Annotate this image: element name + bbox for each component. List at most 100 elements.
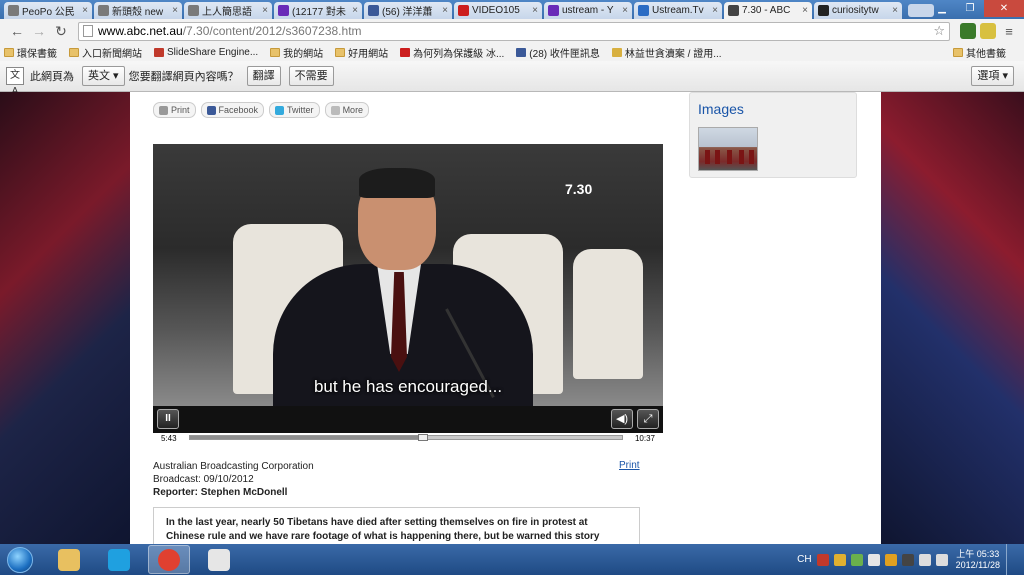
- tab-favicon-icon: [728, 5, 739, 16]
- bookmark-item[interactable]: 林益世貪瀆案 / 證用...: [611, 45, 722, 60]
- browser-tab[interactable]: curiositytw ×: [814, 2, 902, 19]
- taskbar-explorer-button[interactable]: [48, 545, 90, 574]
- twitter-icon: [275, 105, 285, 115]
- bookmark-favicon-icon: [400, 47, 411, 57]
- browser-tab[interactable]: ustream - Y ×: [544, 2, 632, 19]
- minimize-button[interactable]: ▁: [928, 0, 956, 17]
- tray-icon[interactable]: [901, 553, 914, 566]
- facebook-share-button[interactable]: Facebook: [200, 102, 265, 118]
- language-select[interactable]: 英文 ▾: [82, 66, 125, 86]
- options-button[interactable]: 選項 ▾: [971, 66, 1014, 86]
- folder-icon: [270, 47, 281, 57]
- tab-close-icon[interactable]: ×: [802, 5, 808, 16]
- browser-tab[interactable]: VIDEO105 ×: [454, 2, 542, 19]
- printer-icon: [159, 105, 168, 115]
- bookmark-item[interactable]: SlideShare Engine...: [154, 47, 258, 58]
- no-thanks-button[interactable]: 不需要: [288, 66, 334, 86]
- tab-title: PeoPo 公民: [22, 7, 75, 18]
- twitter-share-button[interactable]: Twitter: [269, 102, 320, 118]
- tab-title: (56) 洋洋蕭: [382, 7, 433, 18]
- browser-tab[interactable]: (56) 洋洋蕭 ×: [364, 2, 452, 19]
- image-thumbnail[interactable]: [698, 127, 758, 171]
- reload-button[interactable]: ↻: [50, 21, 72, 41]
- taskbar-skype-button[interactable]: [98, 545, 140, 574]
- tab-close-icon[interactable]: ×: [172, 5, 178, 16]
- tab-close-icon[interactable]: ×: [892, 5, 898, 16]
- background-right: [881, 92, 1024, 544]
- taskbar-paint-button[interactable]: [198, 545, 240, 574]
- browser-tab[interactable]: PeoPo 公民 ×: [4, 2, 92, 19]
- options-label: 選項: [977, 70, 1000, 82]
- print-share-button[interactable]: Print: [153, 102, 196, 118]
- bookmark-item[interactable]: 為何列為保護級 冰...: [400, 45, 504, 60]
- translate-button[interactable]: 翻譯: [246, 66, 281, 86]
- tray-icon[interactable]: [935, 553, 948, 566]
- tray-icon[interactable]: [816, 553, 829, 566]
- clock-time: 上午 05:33: [956, 548, 1000, 559]
- pause-button[interactable]: II: [157, 409, 179, 429]
- video-player[interactable]: 7.30 but he has encouraged... II ◀) ⤢ 5:…: [153, 144, 663, 442]
- tab-favicon-icon: [368, 5, 379, 16]
- seek-handle[interactable]: [418, 434, 429, 441]
- speaker-hair: [359, 168, 435, 198]
- images-title[interactable]: Images: [698, 101, 744, 117]
- extension-icon[interactable]: [960, 23, 976, 39]
- ime-indicator[interactable]: CH: [797, 554, 811, 565]
- system-tray: CH 上午 05:33 2012/11/28: [797, 544, 1024, 575]
- seek-bar[interactable]: [189, 434, 623, 441]
- forward-button[interactable]: →: [28, 21, 50, 41]
- bookmark-item[interactable]: 好用網站: [335, 45, 388, 60]
- print-link[interactable]: Print: [619, 460, 640, 471]
- tray-icon[interactable]: [884, 553, 897, 566]
- seek-bar-played: [190, 436, 424, 439]
- tab-favicon-icon: [188, 5, 199, 16]
- tray-icon[interactable]: [833, 553, 846, 566]
- bookmark-star-icon[interactable]: ☆: [933, 23, 945, 39]
- browser-tab[interactable]: (12177 對未 ×: [274, 2, 362, 19]
- bookmark-label: 林益世貪瀆案 / 證用...: [624, 48, 722, 60]
- tab-close-icon[interactable]: ×: [82, 5, 88, 16]
- window-controls: ▁ ❐ ✕: [928, 0, 1024, 17]
- volume-icon[interactable]: ◀): [611, 409, 633, 429]
- images-panel: Images: [689, 92, 857, 178]
- bookmarks-bar: 環保書籤 入口新聞網站 SlideShare Engine... 我的網站 好用網站 為何…: [0, 43, 1024, 61]
- windows-orb-icon: [7, 546, 33, 573]
- current-time: 5:43: [161, 434, 177, 442]
- close-window-button[interactable]: ✕: [984, 0, 1024, 17]
- tab-close-icon[interactable]: ×: [622, 5, 628, 16]
- bookmark-label: 我的網站: [283, 48, 324, 60]
- back-button[interactable]: ←: [6, 21, 28, 41]
- tray-icon[interactable]: [850, 553, 863, 566]
- url-host: www.abc.net.au: [98, 24, 183, 38]
- tray-icon[interactable]: [867, 553, 880, 566]
- start-button[interactable]: [0, 544, 40, 575]
- extension-icon-2[interactable]: [980, 23, 996, 39]
- bookmark-item[interactable]: 環保書籤: [4, 45, 57, 60]
- tray-icon[interactable]: [918, 553, 931, 566]
- clock[interactable]: 上午 05:33 2012/11/28: [956, 549, 1000, 571]
- wrench-menu-icon[interactable]: ≡: [1000, 24, 1018, 39]
- browser-tab[interactable]: Ustream.Tv ×: [634, 2, 722, 19]
- program-logo: 7.30: [565, 181, 593, 197]
- maximize-button[interactable]: ❐: [956, 0, 984, 17]
- tab-close-icon[interactable]: ×: [262, 5, 268, 16]
- browser-tab[interactable]: 7.30 - ABC ×: [724, 2, 812, 19]
- chair-far: [573, 249, 643, 379]
- facebook-share-label: Facebook: [218, 105, 259, 115]
- taskbar-chrome-button[interactable]: [148, 545, 190, 574]
- bookmark-item[interactable]: 我的網站: [270, 45, 323, 60]
- address-bar[interactable]: www.abc.net.au/7.30/content/2012/s360723…: [78, 21, 950, 41]
- bookmark-item[interactable]: 入口新聞網站: [69, 45, 142, 60]
- broadcast-date: Broadcast: 09/10/2012: [153, 474, 254, 485]
- fullscreen-icon[interactable]: ⤢: [637, 409, 659, 429]
- browser-tab[interactable]: 上人簡思語 ×: [184, 2, 272, 19]
- tab-close-icon[interactable]: ×: [532, 5, 538, 16]
- tab-close-icon[interactable]: ×: [712, 5, 718, 16]
- other-bookmarks[interactable]: 其他書籤: [953, 45, 1006, 60]
- show-desktop-button[interactable]: [1006, 544, 1018, 575]
- tab-close-icon[interactable]: ×: [352, 5, 358, 16]
- tab-close-icon[interactable]: ×: [442, 5, 448, 16]
- more-share-button[interactable]: More: [324, 102, 370, 118]
- browser-tab[interactable]: 新頭殼 new ×: [94, 2, 182, 19]
- bookmark-item[interactable]: (28) 收件匣訊息: [516, 45, 600, 60]
